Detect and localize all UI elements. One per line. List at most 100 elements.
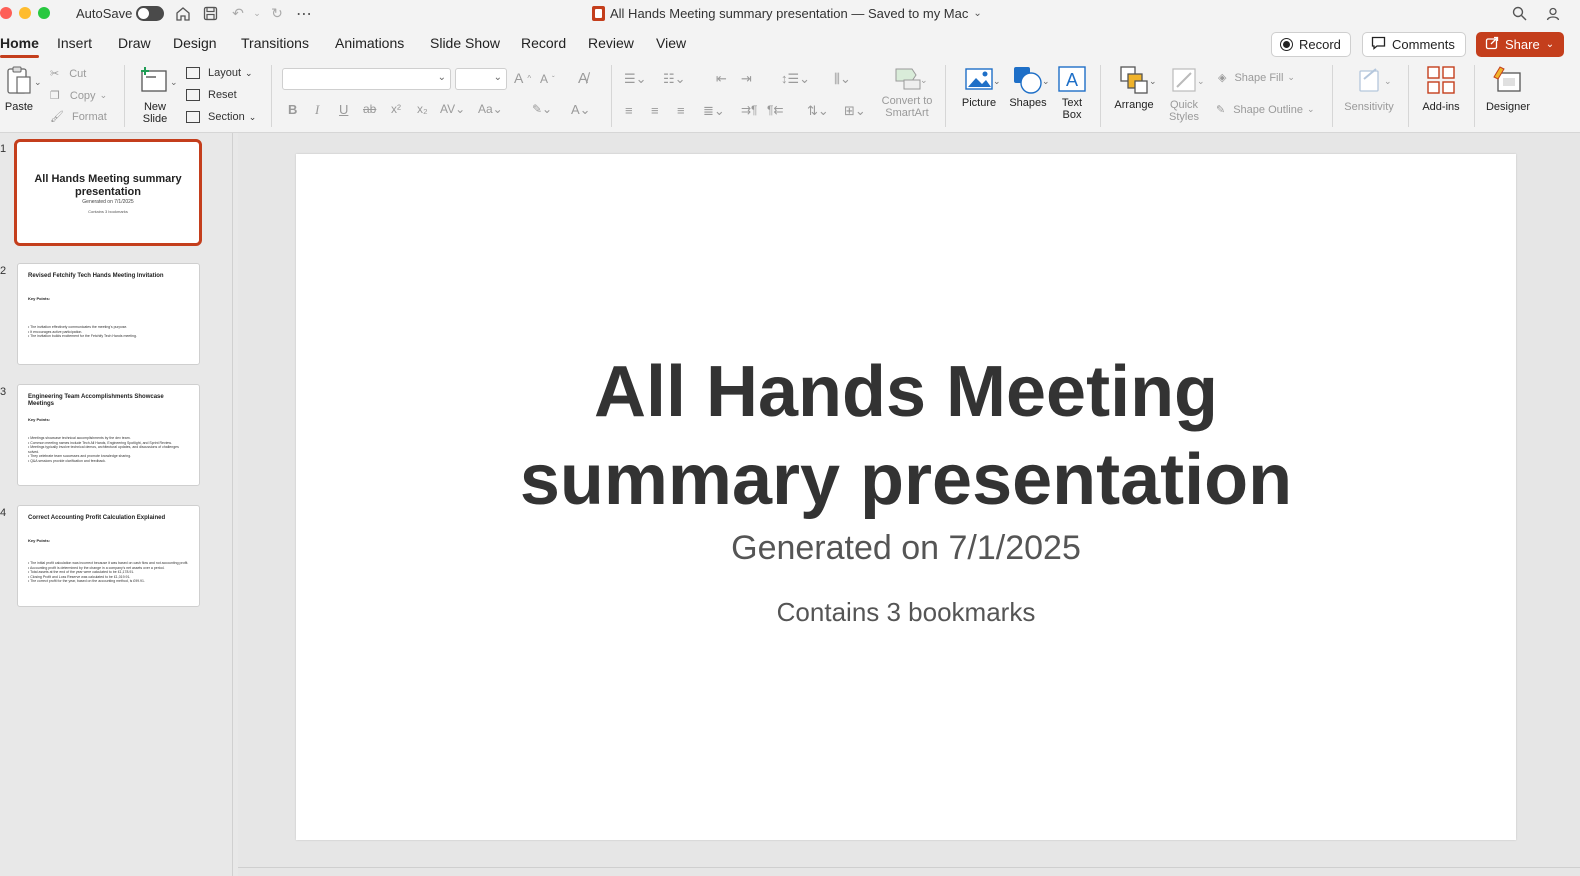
thumbnail-title: Correct Accounting Profit Calculation Ex…: [28, 515, 166, 521]
more-commands-icon[interactable]: ⋯: [294, 4, 314, 23]
tab-view[interactable]: View: [656, 35, 686, 51]
tab-record[interactable]: Record: [521, 35, 566, 51]
text-box-options-icon[interactable]: ⊞⌄: [844, 103, 866, 119]
convert-label-line1: Convert to: [881, 95, 933, 107]
copy-button[interactable]: ❐ Copy ⌄: [50, 89, 107, 103]
new-slide-button[interactable]: New Slide: [136, 65, 174, 125]
convert-to-smartart-button[interactable]: Convert to SmartArt: [878, 65, 936, 119]
align-center-icon[interactable]: ≡: [651, 103, 659, 118]
tab-insert[interactable]: Insert: [57, 35, 92, 51]
layout-button[interactable]: Layout ⌄: [186, 67, 253, 79]
character-spacing-icon[interactable]: AV⌄: [440, 102, 465, 116]
paste-button[interactable]: Paste: [2, 65, 36, 113]
shapes-button[interactable]: Shapes: [1006, 65, 1050, 109]
horizontal-scrollbar[interactable]: [238, 867, 1580, 868]
clear-formatting-icon[interactable]: A̸: [578, 70, 588, 87]
record-button[interactable]: Record: [1271, 32, 1351, 57]
align-right-icon[interactable]: ≡: [677, 103, 685, 118]
arrange-chevron-down-icon[interactable]: ⌄: [1149, 76, 1157, 87]
increase-font-size-icon[interactable]: A ^: [514, 70, 531, 86]
close-window-button[interactable]: [0, 7, 12, 19]
decrease-font-size-icon[interactable]: Aˇ: [540, 72, 555, 86]
font-color-icon[interactable]: A⌄: [571, 102, 591, 118]
search-icon[interactable]: [1509, 4, 1529, 23]
tab-draw[interactable]: Draw: [118, 35, 151, 51]
document-title[interactable]: All Hands Meeting summary presentation —…: [592, 0, 982, 27]
tab-home[interactable]: Home: [0, 35, 39, 58]
italic-icon[interactable]: I: [315, 102, 319, 118]
shape-fill-button[interactable]: ◈ Shape Fill ⌄: [1218, 71, 1295, 85]
superscript-icon[interactable]: x²: [391, 102, 401, 116]
subscript-icon[interactable]: x₂: [417, 102, 428, 116]
slide-thumbnail-2[interactable]: Revised Fetchify Tech Hands Meeting Invi…: [17, 263, 200, 365]
arrange-button[interactable]: Arrange: [1112, 65, 1156, 111]
slide-title[interactable]: All Hands Meeting summary presentation: [296, 348, 1516, 524]
slide-subtitle2[interactable]: Contains 3 bookmarks: [296, 597, 1516, 628]
text-box-button[interactable]: A Text Box: [1054, 65, 1090, 121]
paste-chevron-down-icon[interactable]: ⌄: [34, 77, 42, 88]
format-painter-button[interactable]: 🖌 Format: [50, 110, 107, 124]
font-size-combo[interactable]: ⌄: [455, 68, 507, 90]
columns-icon[interactable]: ⫼⌄: [834, 71, 851, 87]
tab-slide-show[interactable]: Slide Show: [430, 35, 500, 51]
line-spacing-icon[interactable]: ↕☰⌄: [781, 71, 810, 87]
quick-styles-chevron-down-icon[interactable]: ⌄: [1197, 76, 1205, 87]
bold-icon[interactable]: B: [288, 102, 297, 117]
picture-button[interactable]: Picture: [957, 65, 1001, 109]
cut-label: Cut: [69, 67, 87, 80]
reset-label: Reset: [208, 89, 237, 101]
section-button[interactable]: Section ⌄: [186, 111, 256, 123]
quick-styles-button[interactable]: Quick Styles: [1164, 65, 1204, 123]
text-direction-icon[interactable]: ⇉¶: [741, 103, 758, 117]
share-chevron-down-icon[interactable]: ⌄: [1546, 39, 1554, 50]
slide-thumbnail-4[interactable]: Correct Accounting Profit Calculation Ex…: [17, 505, 200, 607]
slide-thumbnail-1[interactable]: All Hands Meeting summary presentation G…: [14, 139, 202, 246]
align-left-icon[interactable]: ≡: [625, 103, 633, 118]
undo-dropdown-chevron-icon[interactable]: ⌄: [247, 4, 267, 23]
thumbnail-bullet: • Q&A sessions provide clarification and…: [28, 458, 106, 463]
zoom-window-button[interactable]: [38, 7, 50, 19]
designer-button[interactable]: Designer: [1484, 65, 1532, 113]
underline-icon[interactable]: U: [339, 102, 348, 117]
convert-chevron-down-icon[interactable]: ⌄: [920, 75, 928, 86]
shape-outline-button[interactable]: ✎ Shape Outline ⌄: [1216, 103, 1314, 117]
share-button[interactable]: Share ⌄: [1476, 32, 1564, 57]
decrease-indent-icon[interactable]: ⇤: [716, 71, 727, 87]
sensitivity-button[interactable]: Sensitivity: [1342, 65, 1396, 113]
home-icon[interactable]: [173, 4, 193, 23]
shapes-chevron-down-icon[interactable]: ⌄: [1042, 76, 1050, 87]
slide-thumbnail-3[interactable]: Engineering Team Accomplishments Showcas…: [17, 384, 200, 486]
redo-icon[interactable]: ↻: [267, 4, 287, 23]
cut-button[interactable]: ✂ Cut: [50, 67, 87, 81]
bullets-icon[interactable]: ☰⌄: [624, 71, 647, 87]
comments-button[interactable]: Comments: [1362, 32, 1466, 57]
paragraph-rtl-icon[interactable]: ¶⇇: [767, 103, 784, 117]
font-name-combo[interactable]: ⌄: [282, 68, 451, 90]
numbering-icon[interactable]: ☷⌄: [663, 71, 686, 87]
strikethrough-icon[interactable]: ab: [363, 102, 376, 116]
text-align-vertical-icon[interactable]: ⇅⌄: [807, 103, 829, 119]
justify-icon[interactable]: ≣⌄: [703, 103, 725, 119]
account-icon[interactable]: [1543, 4, 1563, 23]
tab-design[interactable]: Design: [173, 35, 217, 51]
tab-animations[interactable]: Animations: [335, 35, 404, 51]
slide-number: 1: [0, 143, 7, 155]
tab-transitions[interactable]: Transitions: [241, 35, 309, 51]
picture-chevron-down-icon[interactable]: ⌄: [993, 76, 1001, 87]
new-slide-chevron-down-icon[interactable]: ⌄: [170, 77, 178, 88]
undo-icon[interactable]: ↶: [228, 4, 248, 23]
slide-subtitle[interactable]: Generated on 7/1/2025: [296, 529, 1516, 568]
add-ins-button[interactable]: Add-ins: [1418, 65, 1464, 113]
increase-indent-icon[interactable]: ⇥: [741, 71, 752, 87]
tab-review[interactable]: Review: [588, 35, 634, 51]
highlight-icon[interactable]: ✎⌄: [532, 102, 552, 116]
autosave-toggle[interactable]: [136, 6, 164, 21]
reset-button[interactable]: Reset: [186, 89, 237, 101]
sensitivity-chevron-down-icon[interactable]: ⌄: [1384, 76, 1392, 87]
minimize-window-button[interactable]: [19, 7, 31, 19]
current-slide[interactable]: All Hands Meeting summary presentation G…: [296, 154, 1516, 840]
change-case-icon[interactable]: Aa⌄: [478, 102, 503, 116]
autosave-label: AutoSave: [76, 6, 133, 21]
save-icon[interactable]: [200, 4, 220, 23]
ribbon-separator: [945, 65, 946, 127]
